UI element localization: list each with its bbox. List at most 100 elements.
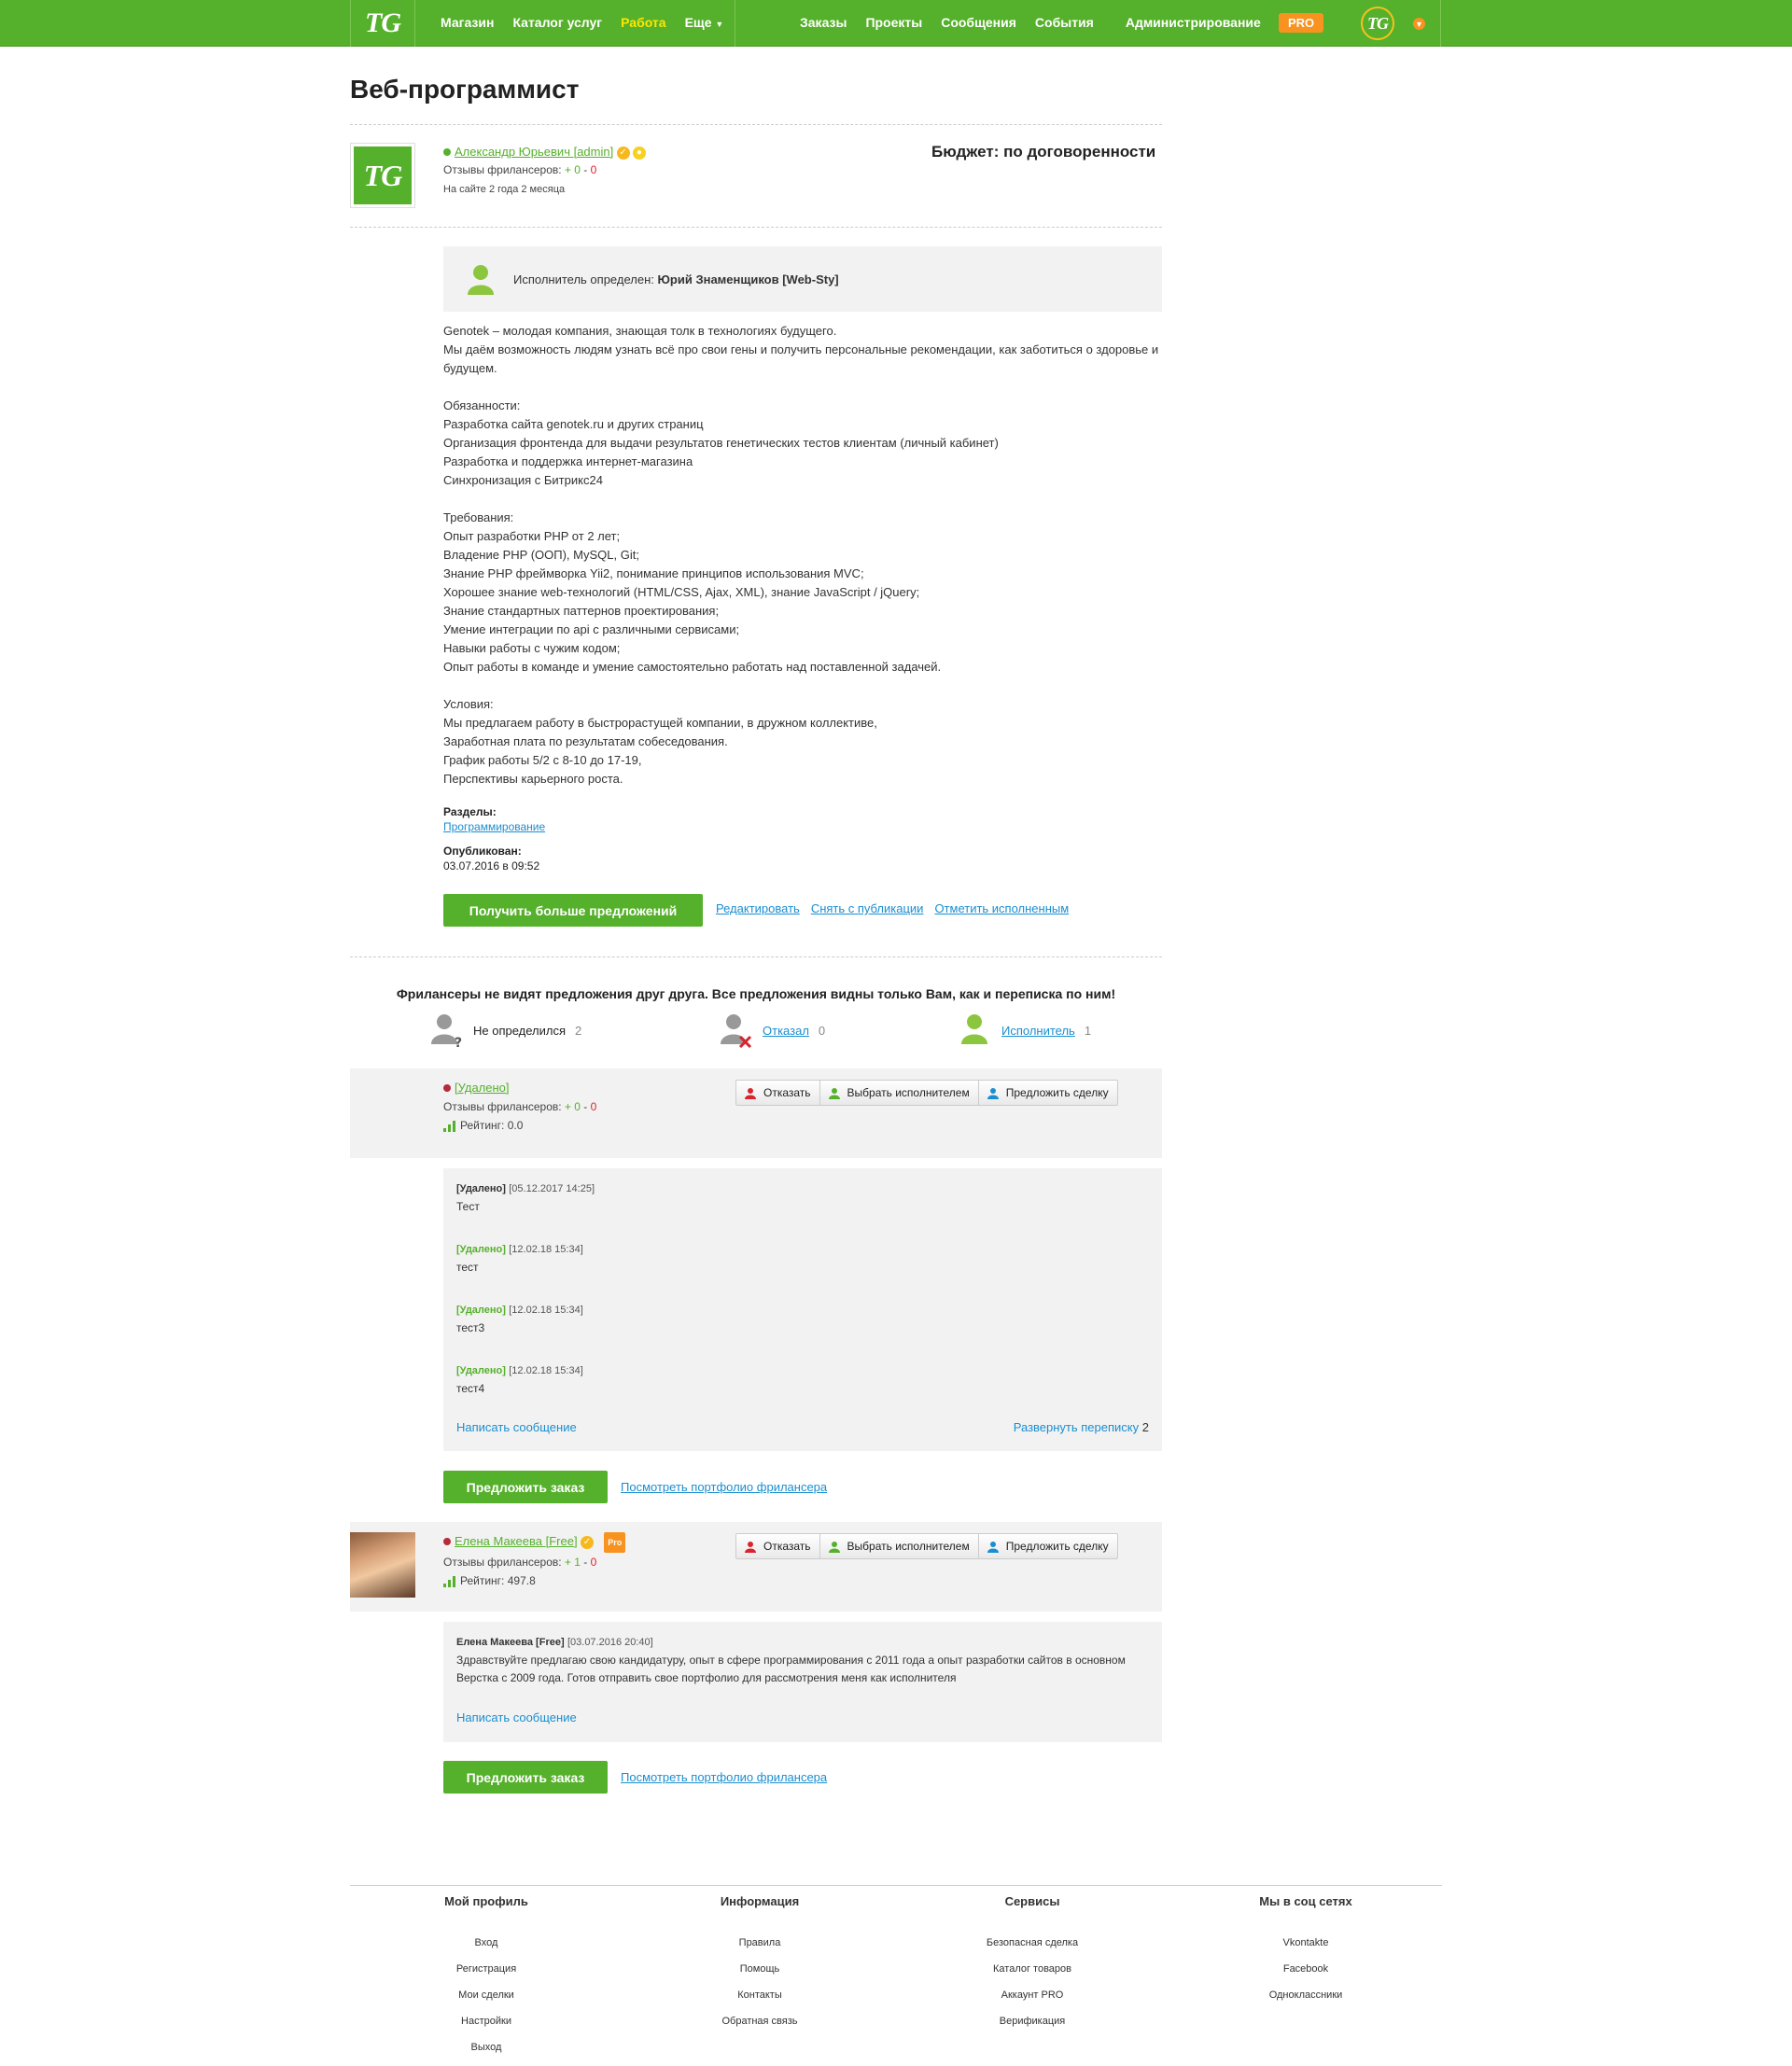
nav-more[interactable]: Еще ▼ (685, 15, 724, 30)
message: [Удалено] [05.12.2017 14:25] Тест (456, 1183, 595, 1213)
offline-status-icon (443, 1538, 451, 1546)
refuse-button[interactable]: Отказать (736, 1534, 820, 1558)
published-date: 03.07.2016 в 09:52 (443, 859, 540, 872)
privacy-notice: Фрилансеры не видят предложения друг дру… (396, 986, 1116, 1001)
site-logo[interactable]: TG (350, 0, 415, 47)
pro-badge-small: Pro (604, 1532, 626, 1553)
footer-info: Информация Правила Помощь Контакты Обрат… (666, 1894, 853, 2034)
nav-divider-right (1440, 0, 1441, 47)
get-more-offers-button[interactable]: Получить больше предложений (443, 894, 703, 927)
nav-more-label: Еще (684, 15, 712, 30)
proposal-info: Елена Макеева [Free] ✓ Pro Отзывы фрилан… (443, 1532, 626, 1590)
footer-link[interactable]: Vkontakte (1212, 1930, 1399, 1956)
edit-link[interactable]: Редактировать (716, 901, 800, 915)
nav-events[interactable]: События (1035, 15, 1094, 30)
user-refused-icon (721, 1014, 752, 1048)
choose-executor-button[interactable]: Выбрать исполнителем (820, 1081, 979, 1105)
owner-name-link[interactable]: Александр Юрьевич [admin] (455, 145, 613, 159)
portfolio-link[interactable]: Посмотреть портфолио фрилансера (621, 1770, 827, 1784)
expand-conversation-link[interactable]: Развернуть переписку (1014, 1420, 1139, 1434)
expand-conversation: Развернуть переписку 2 (1013, 1420, 1149, 1434)
user-choose-icon (828, 1541, 840, 1553)
divider (350, 956, 1162, 957)
divider (350, 124, 1162, 125)
owner-avatar[interactable]: TG (350, 143, 415, 208)
nav-primary: Магазин Каталог услуг Работа Еще ▼ (441, 15, 723, 30)
footer-link[interactable]: Безопасная сделка (939, 1930, 1126, 1956)
footer-link[interactable]: Вход (393, 1930, 580, 1956)
footer-link[interactable]: Facebook (1212, 1956, 1399, 1982)
divider (350, 227, 1162, 228)
footer-profile: Мой профиль Вход Регистрация Мои сделки … (393, 1894, 580, 2060)
executor-link[interactable]: Исполнитель (1001, 1024, 1075, 1038)
footer-link[interactable]: Правила (666, 1930, 853, 1956)
freelancer-avatar[interactable] (350, 1532, 415, 1598)
verified-icon: ✓ (580, 1536, 594, 1549)
footer-link[interactable]: Выход (393, 2034, 580, 2060)
footer-link[interactable]: Мои сделки (393, 1982, 580, 2008)
section-link[interactable]: Программирование (443, 820, 545, 833)
user-choose-icon (828, 1087, 840, 1099)
offline-status-icon (443, 1084, 451, 1092)
job-description: Genotek – молодая компания, знающая толк… (443, 324, 1159, 786)
footer-link[interactable]: Аккаунт PRO (939, 1982, 1126, 2008)
job-meta: Разделы: Программирование Опубликован: 0… (443, 805, 546, 872)
message: [Удалено] [12.02.18 15:34] тест3 (456, 1305, 583, 1334)
user-deal-icon (987, 1541, 999, 1553)
footer-link[interactable]: Одноклассники (1212, 1982, 1399, 2008)
footer-divider (350, 1885, 1442, 1886)
mark-done-link[interactable]: Отметить исполненным (934, 901, 1069, 915)
footer-link[interactable]: Верификация (939, 2008, 1126, 2034)
user-avatar[interactable]: TG (1361, 7, 1394, 40)
user-deal-icon (987, 1087, 999, 1099)
user-executor-icon (961, 1014, 987, 1044)
footer-services: Сервисы Безопасная сделка Каталог товаро… (939, 1894, 1126, 2034)
verified-icon: ✓ (616, 146, 630, 160)
unpublish-link[interactable]: Снять с публикации (811, 901, 924, 915)
freelancer-name-link[interactable]: Елена Макеева [Free] (455, 1534, 578, 1548)
proposal-actions: Отказать Выбрать исполнителем Предложить… (735, 1533, 1118, 1559)
portfolio-link[interactable]: Посмотреть портфолио фрилансера (621, 1480, 827, 1494)
nav-projects[interactable]: Проекты (865, 15, 922, 30)
footer-link[interactable]: Каталог товаров (939, 1956, 1126, 1982)
offer-deal-button[interactable]: Предложить сделку (979, 1534, 1117, 1558)
refused-link[interactable]: Отказал (763, 1024, 809, 1038)
message: Елена Макеева [Free] [03.07.2016 20:40] … (456, 1637, 1126, 1684)
message: [Удалено] [12.02.18 15:34] тест (456, 1244, 583, 1274)
footer-link[interactable]: Регистрация (393, 1956, 580, 1982)
nav-jobs[interactable]: Работа (621, 15, 665, 30)
refuse-button[interactable]: Отказать (736, 1081, 820, 1105)
message: [Удалено] [12.02.18 15:34] тест4 (456, 1365, 583, 1395)
offer-order-button[interactable]: Предложить заказ (443, 1761, 608, 1794)
pro-badge[interactable]: PRO (1279, 13, 1324, 33)
rating-bars-icon (443, 1575, 455, 1587)
stat-undecided: ? Не определился 2 (430, 1012, 581, 1048)
footer-link[interactable]: Настройки (393, 2008, 580, 2034)
user-question-icon: ? (431, 1014, 462, 1048)
footer-link[interactable]: Обратная связь (666, 2008, 853, 2034)
proposal-actions: Отказать Выбрать исполнителем Предложить… (735, 1080, 1118, 1106)
nav-messages[interactable]: Сообщения (941, 15, 1016, 30)
footer-link[interactable]: Контакты (666, 1982, 853, 2008)
owner-on-site: На сайте 2 года 2 месяца (443, 184, 566, 195)
footer-link[interactable]: Помощь (666, 1956, 853, 1982)
chevron-down-icon: ▼ (715, 20, 724, 29)
stat-executor: Исполнитель 1 (959, 1012, 1091, 1048)
offer-order-button[interactable]: Предложить заказ (443, 1471, 608, 1503)
nav-orders[interactable]: Заказы (800, 15, 847, 30)
handshake-icon: ● (632, 146, 646, 160)
user-menu-chevron-icon[interactable]: ▼ (1413, 18, 1425, 30)
offer-deal-button[interactable]: Предложить сделку (979, 1081, 1117, 1105)
nav-admin[interactable]: Администрирование (1126, 15, 1261, 30)
nav-services-catalog[interactable]: Каталог услуг (512, 15, 602, 30)
executor-box: Исполнитель определен: Юрий Знаменщиков … (443, 246, 1162, 312)
nav-shops[interactable]: Магазин (441, 15, 494, 30)
page-title: Веб-программист (350, 75, 580, 104)
choose-executor-button[interactable]: Выбрать исполнителем (820, 1534, 979, 1558)
online-status-icon (443, 148, 451, 156)
write-message-link[interactable]: Написать сообщение (456, 1710, 577, 1724)
write-message-link[interactable]: Написать сообщение (456, 1420, 577, 1434)
freelancer-name-link[interactable]: [Удалено] (455, 1081, 510, 1095)
owner-info: Александр Юрьевич [admin] ✓ ● Отзывы фри… (443, 145, 646, 199)
rating-bars-icon (443, 1120, 455, 1132)
